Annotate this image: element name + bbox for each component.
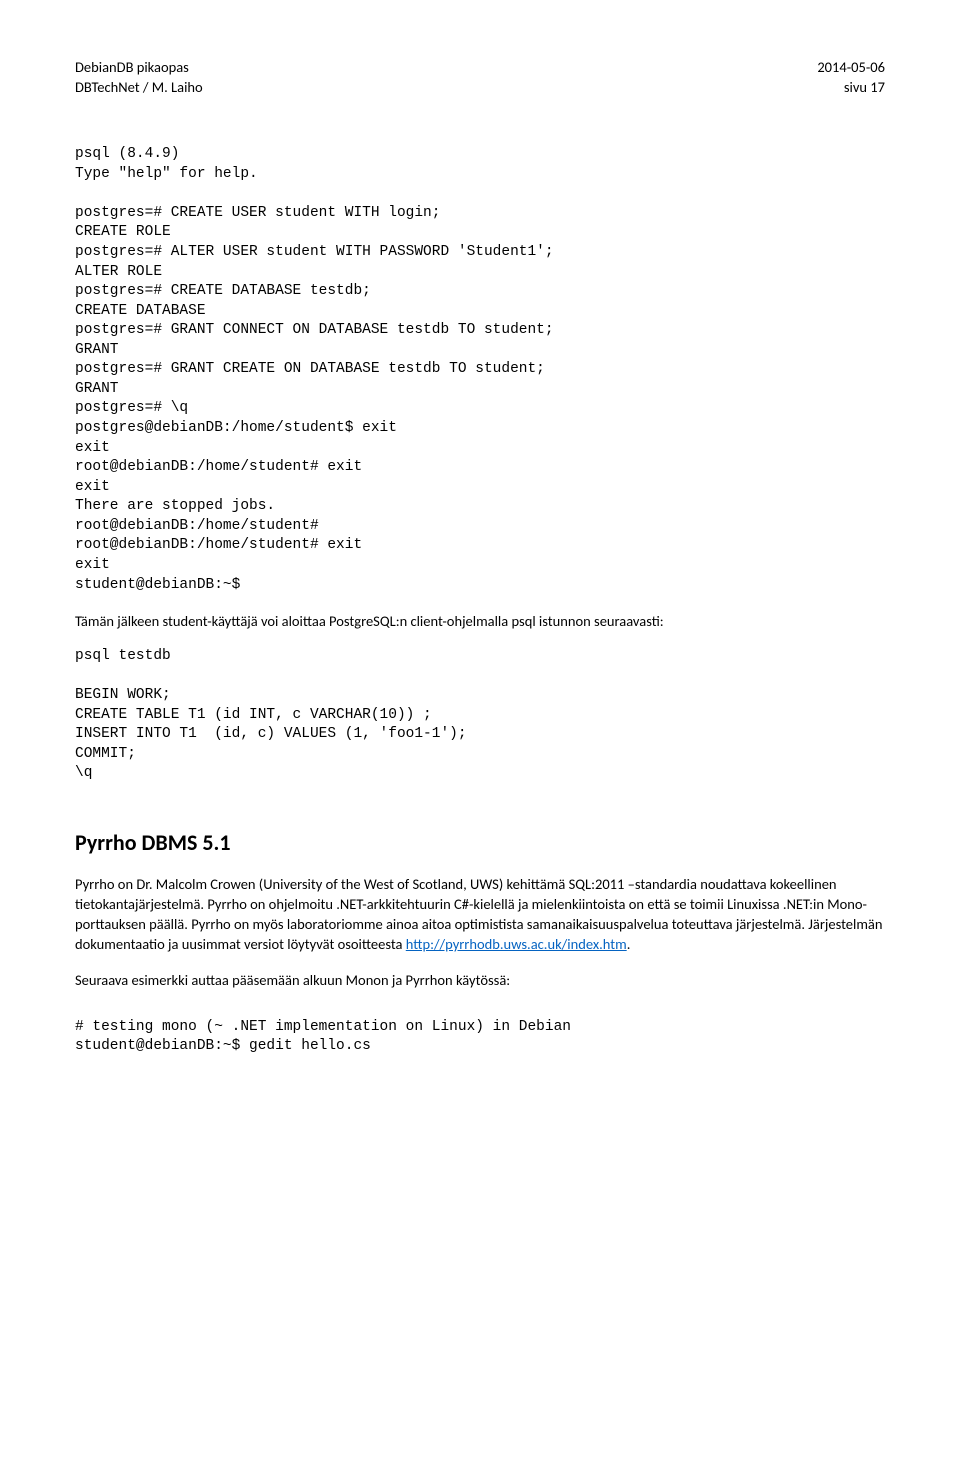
header-right-2: sivu 17 <box>844 78 885 98</box>
header-left-1: DebianDB pikaopas <box>75 58 189 78</box>
section-heading-pyrrho: Pyrrho DBMS 5.1 <box>75 828 885 858</box>
code-block-psql-session: psql (8.4.9) Type "help" for help. postg… <box>75 145 885 595</box>
paragraph-after-session: Tämän jälkeen student-käyttäjä voi aloit… <box>75 611 885 631</box>
pyrrho-link[interactable]: http://pyrrhodb.uws.ac.uk/index.htm <box>406 935 627 953</box>
pyrrho-desc-text-post: . <box>627 935 631 953</box>
paragraph-pyrrho-desc: Pyrrho on Dr. Malcolm Crowen (University… <box>75 874 885 954</box>
header-left-2: DBTechNet / M. Laiho <box>75 78 203 98</box>
code-block-mono-test: # testing mono (~ .NET implementation on… <box>75 1018 885 1057</box>
paragraph-pyrrho-example-intro: Seuraava esimerkki auttaa pääsemään alku… <box>75 970 885 990</box>
code-block-psql-testdb: psql testdb BEGIN WORK; CREATE TABLE T1 … <box>75 647 885 784</box>
header-right-1: 2014-05-06 <box>817 58 885 78</box>
